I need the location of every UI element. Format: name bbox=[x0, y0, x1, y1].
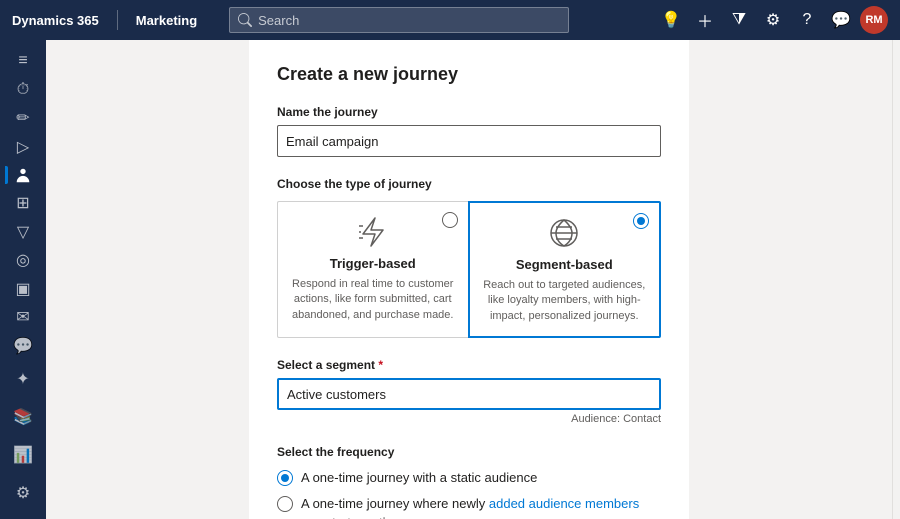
filter-icon[interactable]: ⧩ bbox=[724, 5, 754, 35]
help-icon[interactable]: ? bbox=[792, 5, 822, 35]
audience-note: Audience: Contact bbox=[277, 413, 661, 425]
journey-type-options: Trigger-based Respond in real time to cu… bbox=[277, 201, 661, 338]
sidebar-chart-icon[interactable]: 📊 bbox=[5, 437, 41, 473]
sidebar-chat-icon[interactable]: 💬 bbox=[5, 333, 41, 359]
sidebar-mail-icon[interactable]: ✉ bbox=[5, 304, 41, 330]
nav-divider bbox=[117, 10, 118, 30]
user-avatar[interactable]: RM bbox=[860, 6, 888, 34]
lightbulb-icon[interactable]: 💡 bbox=[656, 5, 686, 35]
plus-icon[interactable]: ＋ bbox=[690, 5, 720, 35]
name-label: Name the journey bbox=[277, 105, 661, 119]
sidebar-play-icon[interactable]: ▷ bbox=[5, 133, 41, 159]
segment-radio[interactable] bbox=[633, 213, 649, 229]
sidebar-grid-icon[interactable]: ⊞ bbox=[5, 190, 41, 216]
chat-bubble-icon[interactable]: 💬 bbox=[826, 5, 856, 35]
sidebar-star-icon[interactable]: ✦ bbox=[5, 361, 41, 397]
freq-label-open: A one-time journey where newly added aud… bbox=[301, 495, 661, 519]
sidebar-bottom: ✦ 📚 📊 ⚙ bbox=[5, 361, 41, 511]
top-navigation: Dynamics 365 Marketing 💡 ＋ ⧩ ⚙ ? 💬 RM bbox=[0, 0, 900, 40]
sidebar-recent-icon[interactable]: ⏱ bbox=[5, 76, 41, 102]
sidebar-hamburger-icon[interactable]: ≡ bbox=[5, 48, 41, 74]
segment-icon bbox=[482, 215, 648, 251]
trigger-desc: Respond in real time to customer actions… bbox=[290, 277, 456, 323]
search-input[interactable] bbox=[258, 13, 560, 28]
segment-label: Select a segment * bbox=[277, 358, 661, 372]
sidebar-globe-icon[interactable]: ◎ bbox=[5, 247, 41, 273]
freq-label-static: A one-time journey with a static audienc… bbox=[301, 469, 537, 487]
trigger-based-card[interactable]: Trigger-based Respond in real time to cu… bbox=[277, 201, 468, 338]
segment-desc: Reach out to targeted audiences, like lo… bbox=[482, 278, 648, 324]
segment-section: Select a segment * Audience: Contact bbox=[277, 358, 661, 425]
sidebar-people-icon[interactable] bbox=[5, 162, 41, 188]
trigger-radio[interactable] bbox=[442, 212, 458, 228]
freq-radio-static[interactable] bbox=[277, 470, 293, 486]
nav-icon-group: 💡 ＋ ⧩ ⚙ ? 💬 RM bbox=[656, 5, 888, 35]
sidebar-edit-icon[interactable]: ✏ bbox=[5, 105, 41, 131]
scroll-track bbox=[892, 40, 900, 519]
brand: Dynamics 365 Marketing bbox=[12, 10, 209, 30]
name-section: Name the journey bbox=[277, 105, 661, 157]
type-section: Choose the type of journey bbox=[277, 177, 661, 338]
segment-field bbox=[277, 378, 661, 410]
trigger-title: Trigger-based bbox=[290, 256, 456, 271]
page-title: Create a new journey bbox=[277, 64, 661, 85]
required-marker: * bbox=[378, 358, 383, 372]
frequency-label: Select the frequency bbox=[277, 445, 661, 459]
sidebar-list-icon[interactable]: ▣ bbox=[5, 276, 41, 302]
journey-name-input[interactable] bbox=[277, 125, 661, 157]
form-panel: Create a new journey Name the journey Ch… bbox=[249, 40, 689, 519]
settings-icon[interactable]: ⚙ bbox=[758, 5, 788, 35]
sidebar-cog-icon[interactable]: ⚙ bbox=[5, 475, 41, 511]
content-area: Create a new journey Name the journey Ch… bbox=[46, 40, 892, 519]
trigger-icon bbox=[290, 214, 456, 250]
sidebar-funnel-icon[interactable]: ▽ bbox=[5, 219, 41, 245]
segment-title: Segment-based bbox=[482, 257, 648, 272]
main-layout: ≡ ⏱ ✏ ▷ ⊞ ▽ ◎ ▣ ✉ 💬 ✦ 📚 📊 ⚙ Create a new… bbox=[0, 40, 900, 519]
freq-option-static[interactable]: A one-time journey with a static audienc… bbox=[277, 469, 661, 487]
segment-based-card[interactable]: Segment-based Reach out to targeted audi… bbox=[468, 201, 662, 338]
search-bar[interactable] bbox=[229, 7, 569, 33]
module-name: Marketing bbox=[136, 13, 197, 28]
freq-option-open[interactable]: A one-time journey where newly added aud… bbox=[277, 495, 661, 519]
brand-name: Dynamics 365 bbox=[12, 13, 99, 28]
segment-input[interactable] bbox=[277, 378, 661, 410]
search-icon bbox=[238, 13, 252, 27]
frequency-section: Select the frequency A one-time journey … bbox=[277, 445, 661, 519]
sidebar-book-icon[interactable]: 📚 bbox=[5, 399, 41, 435]
freq-radio-open[interactable] bbox=[277, 496, 293, 512]
type-label: Choose the type of journey bbox=[277, 177, 661, 191]
sidebar: ≡ ⏱ ✏ ▷ ⊞ ▽ ◎ ▣ ✉ 💬 ✦ 📚 📊 ⚙ bbox=[0, 40, 46, 519]
